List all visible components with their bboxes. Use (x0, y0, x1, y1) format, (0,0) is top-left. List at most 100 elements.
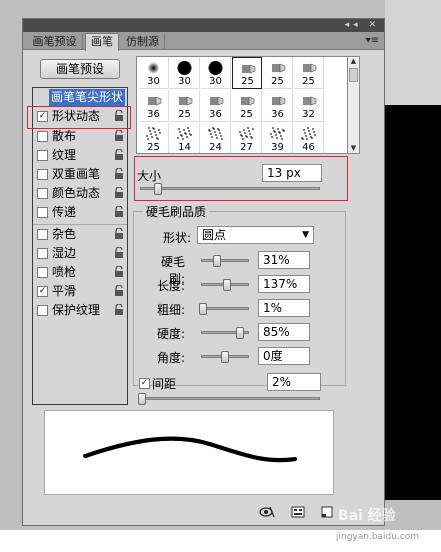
lock-icon[interactable] (114, 187, 124, 199)
bristle-value-input[interactable]: 85% (258, 323, 310, 341)
lock-icon[interactable] (114, 206, 124, 218)
spacing-input[interactable]: 2% (267, 373, 321, 391)
brush-setting-10[interactable]: ✓ 平滑 (33, 282, 127, 301)
brush-tip-cell[interactable]: 25 (263, 57, 293, 89)
setting-label: 喷枪 (52, 265, 77, 279)
scroll-down-icon[interactable]: ▼ (349, 144, 358, 153)
scatter-tip-icon (177, 127, 192, 140)
setting-checkbox[interactable] (37, 267, 48, 278)
brush-tip-cell[interactable]: 36 (263, 90, 293, 122)
shape-select[interactable]: 圆点 ▼ (197, 226, 314, 244)
brush-tip-cell[interactable]: 30 (170, 57, 200, 89)
tab-brush[interactable]: 画笔 (85, 33, 119, 51)
lock-icon[interactable] (114, 285, 124, 297)
scroll-thumb[interactable] (349, 68, 358, 82)
create-new-brush-icon[interactable] (319, 505, 335, 519)
brush-panel: ◂◂ ✕ 画笔预设 画笔 仿制源 ▾≡ 画笔预设 画笔笔尖形状 ✓ 形状动态 散布 纹理… (22, 18, 385, 526)
spacing-slider-knob[interactable] (138, 393, 146, 405)
brush-tip-size: 25 (241, 76, 254, 87)
window-controls[interactable]: ◂◂ ✕ (345, 19, 380, 32)
lock-icon[interactable] (114, 266, 124, 278)
brush-tip-cell[interactable]: 46 (294, 123, 324, 153)
bristle-slider-track[interactable] (201, 307, 249, 310)
watermark-url: jingyan.baidu.com (336, 532, 420, 542)
setting-checkbox[interactable] (37, 169, 48, 180)
lock-icon[interactable] (114, 304, 124, 316)
brush-setting-4[interactable]: 双重画笔 (33, 165, 127, 184)
brush-tip-cell[interactable]: 30 (201, 57, 231, 89)
brush-setting-3[interactable]: 纹理 (33, 146, 127, 165)
lock-icon[interactable] (114, 228, 124, 240)
lock-icon[interactable] (114, 149, 124, 161)
tab-clone-source[interactable]: 仿制源 (121, 34, 165, 50)
brush-tip-size: 30 (178, 76, 191, 87)
brush-setting-6[interactable]: 传递 (33, 203, 127, 222)
bristle-slider-track[interactable] (201, 259, 249, 262)
brush-setting-11[interactable]: 保护纹理 (33, 301, 127, 320)
bristle-value-input[interactable]: 0度 (258, 347, 310, 365)
brush-tip-cell[interactable]: 14 (170, 123, 200, 153)
watermark-logo: Bai 经验 (338, 508, 396, 524)
brush-setting-5[interactable]: 颜色动态 (33, 184, 127, 203)
brush-tip-cell[interactable]: 25 (170, 90, 200, 122)
brush-tip-size: 46 (302, 142, 315, 153)
brush-tip-cell[interactable]: 27 (232, 123, 262, 153)
brush-tip-size: 30 (209, 76, 222, 87)
setting-label: 平滑 (52, 284, 77, 298)
brush-setting-9[interactable]: 喷枪 (33, 263, 127, 282)
lock-icon[interactable] (114, 168, 124, 180)
setting-checkbox[interactable] (37, 150, 48, 161)
tab-brush-presets[interactable]: 画笔预设 (27, 34, 83, 50)
setting-checkbox[interactable] (37, 188, 48, 199)
brush-tip-cell[interactable]: 25 (232, 90, 262, 122)
brush-setting-7[interactable]: 杂色 (33, 225, 127, 244)
setting-checkbox[interactable] (37, 229, 48, 240)
stroke-preview-graphic (83, 436, 297, 463)
hard-dot-icon (177, 61, 192, 75)
spacing-slider-track[interactable] (140, 397, 320, 400)
brush-tip-cell[interactable]: 36 (201, 90, 231, 122)
brush-tip-cell[interactable]: 39 (263, 123, 293, 153)
bristle-value-input[interactable]: 31% (258, 251, 310, 269)
bristle-slider-knob[interactable] (236, 327, 244, 339)
bristle-slider-knob[interactable] (221, 351, 229, 363)
brush-setting-2[interactable]: 散布 (33, 127, 127, 146)
toggle-live-tip-preview-icon[interactable] (259, 505, 275, 519)
brush-setting-8[interactable]: 湿边 (33, 244, 127, 263)
bristle-slider-knob[interactable] (223, 279, 231, 291)
setting-checkbox[interactable] (37, 131, 48, 142)
brush-setting-0[interactable]: 画笔笔尖形状 (33, 88, 127, 107)
brush-tip-cell[interactable]: 32 (294, 90, 324, 122)
brush-stroke-preview (44, 410, 334, 495)
bristle-tip-icon (272, 63, 286, 73)
brush-tip-cell[interactable]: 25 (232, 57, 262, 89)
brush-tip-cell[interactable]: 25 (139, 123, 169, 153)
setting-checkbox[interactable] (37, 305, 48, 316)
brush-grid-icon[interactable] (290, 505, 306, 519)
setting-checkbox[interactable]: ✓ (37, 286, 48, 297)
bristle-tip-icon (179, 96, 193, 106)
setting-label: 纹理 (52, 148, 77, 162)
setting-checkbox[interactable] (37, 248, 48, 259)
lock-icon[interactable] (114, 247, 124, 259)
bristle-value-input[interactable]: 1% (258, 299, 310, 317)
panel-menu-icon[interactable]: ▾≡ (366, 34, 379, 48)
scroll-up-icon[interactable]: ▲ (349, 57, 358, 66)
brush-tip-cell[interactable]: 36 (139, 90, 169, 122)
brush-presets-button[interactable]: 画笔预设 (40, 59, 120, 79)
highlight-shape-dynamics (27, 106, 131, 129)
bristle-tip-icon (210, 96, 224, 106)
brush-tip-cell[interactable]: 30 (139, 57, 169, 89)
lock-icon[interactable] (114, 130, 124, 142)
bristle-slider-knob[interactable] (213, 255, 221, 267)
brush-tip-cell[interactable]: 24 (201, 123, 231, 153)
setting-checkbox[interactable] (37, 207, 48, 218)
brush-tip-size: 27 (240, 142, 253, 153)
spacing-checkbox[interactable]: ✓ (139, 378, 150, 389)
brush-tip-size: 25 (302, 76, 315, 87)
brush-tip-cell[interactable]: 25 (294, 57, 324, 89)
bristle-tip-icon (272, 96, 286, 106)
bristle-slider-knob[interactable] (199, 303, 207, 315)
tip-grid-scrollbar[interactable]: ▲ ▼ (348, 56, 360, 154)
bristle-value-input[interactable]: 137% (258, 275, 310, 293)
